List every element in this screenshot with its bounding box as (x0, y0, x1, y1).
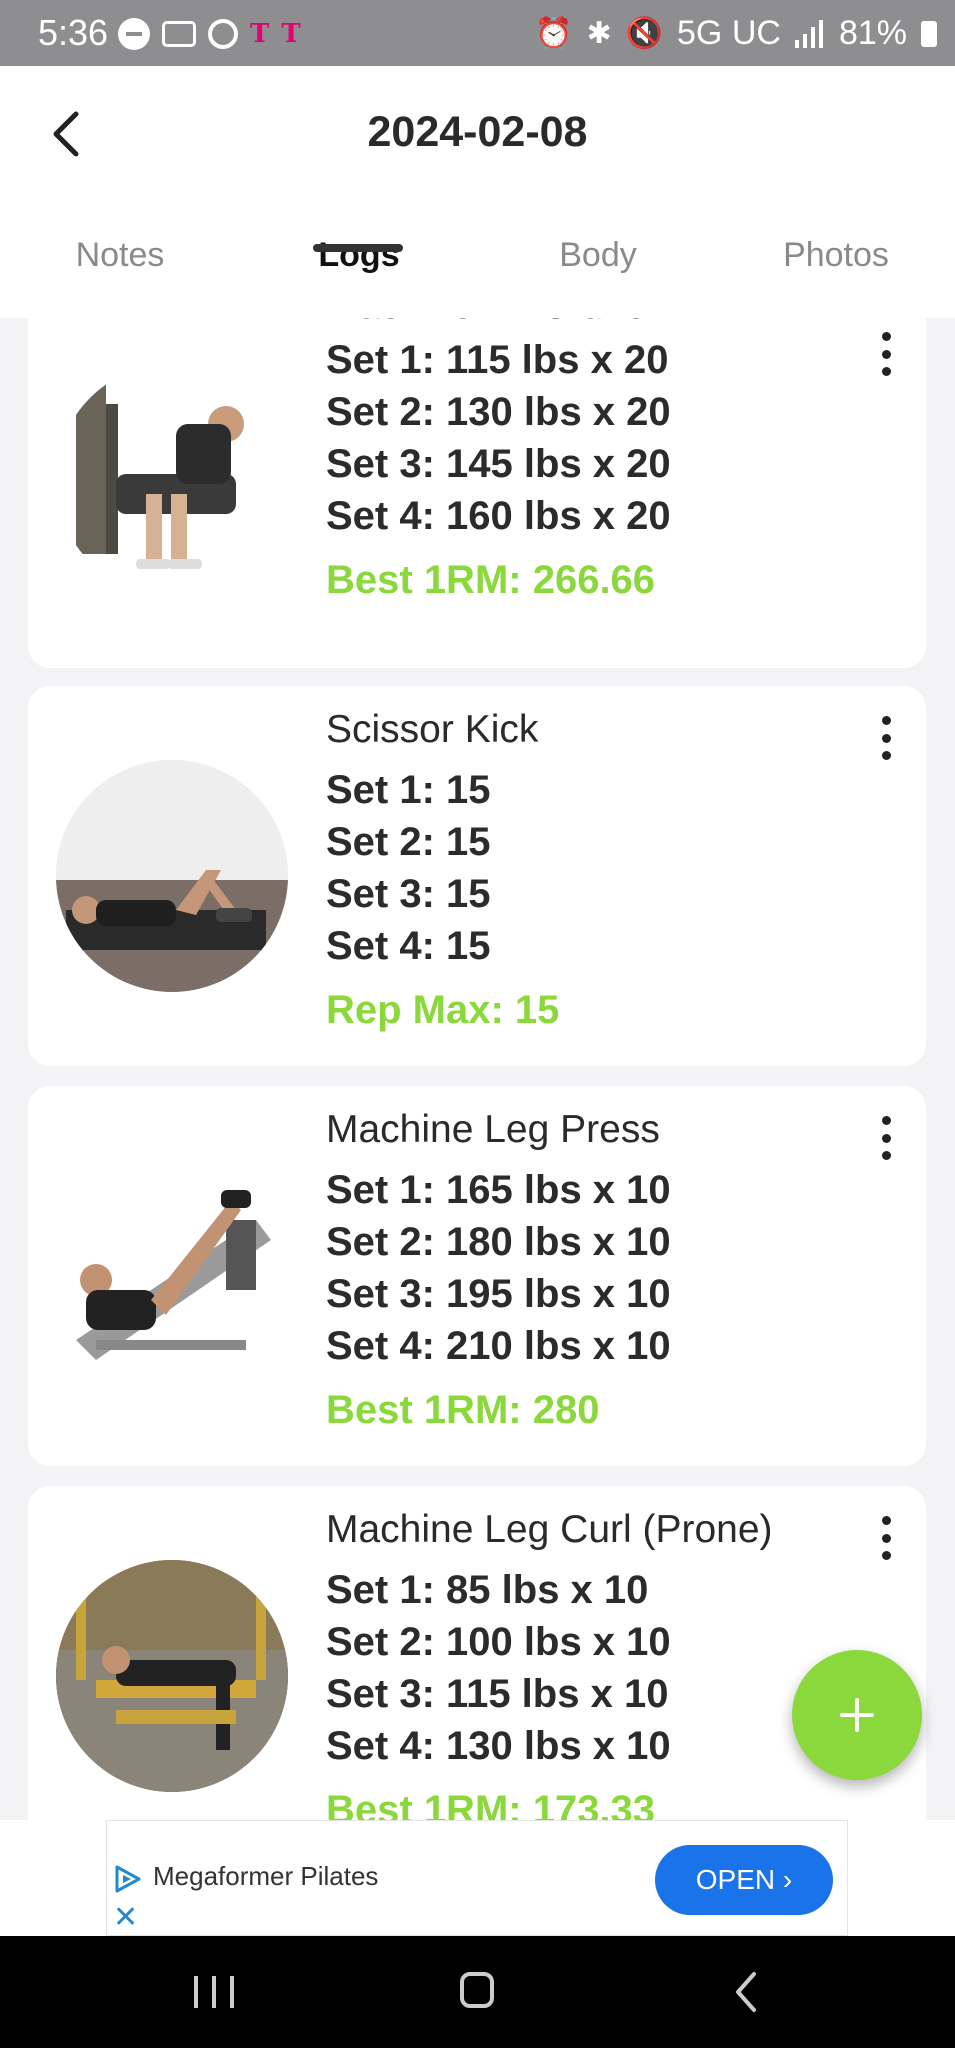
status-left-icons: T T (118, 18, 301, 50)
set-line: Set 1: 165 lbs x 10 (326, 1168, 671, 1212)
set-line: Set 4: 15 (326, 924, 491, 968)
exercise-name: Machine Leg Press (326, 1108, 660, 1151)
dnd-icon (118, 18, 150, 50)
tab-notes[interactable]: Notes (0, 236, 240, 275)
ad-open-label: OPEN (695, 1864, 776, 1895)
more-options-icon[interactable] (876, 332, 896, 376)
status-right-icons: ⏰ ✱ 🔇 5G UC 81% (535, 14, 937, 53)
set-line: Set 2: 130 lbs x 20 (326, 390, 671, 434)
log-card[interactable]: Machine Ab Crunch Set 1: 115 lbs x 20 Se… (28, 318, 926, 668)
ad-banner: ✕ Megaformer Pilates OPEN › (0, 1820, 955, 1936)
exercise-image (56, 1560, 288, 1792)
set-line: Set 4: 160 lbs x 20 (326, 494, 671, 538)
set-line: Set 1: 15 (326, 768, 491, 812)
tab-logs[interactable]: Logs (239, 236, 479, 275)
exercise-name: Machine Leg Curl (Prone) (326, 1508, 773, 1551)
mute-icon: 🔇 (625, 17, 664, 50)
network-label: 5G UC (677, 14, 781, 52)
set-line: Set 2: 15 (326, 820, 491, 864)
ad-choices-icon[interactable] (113, 1865, 141, 1893)
tab-bar: Notes Logs Body Photos (0, 236, 955, 318)
add-log-button[interactable] (792, 1650, 922, 1780)
more-options-icon[interactable] (876, 716, 896, 760)
exercise-name: Scissor Kick (326, 708, 539, 751)
set-line: Set 3: 15 (326, 872, 491, 916)
voicemail-icon (162, 21, 196, 47)
tab-photos[interactable]: Photos (716, 236, 955, 275)
set-line: Set 3: 145 lbs x 20 (326, 442, 671, 486)
exercise-image (56, 760, 288, 992)
carrier-icon: T (281, 19, 301, 49)
more-options-icon[interactable] (876, 1516, 896, 1560)
set-line: Set 4: 210 lbs x 10 (326, 1324, 671, 1368)
battery-icon (921, 20, 937, 47)
ad-title: Megaformer Pilates (153, 1861, 379, 1891)
battery-label: 81% (838, 14, 907, 52)
status-bar: 5:36 T T ⏰ ✱ 🔇 5G UC 81% (0, 0, 955, 66)
header: 2024-02-08 Notes Logs Body Photos (0, 66, 955, 318)
bluetooth-icon: ✱ (586, 17, 612, 50)
log-card[interactable]: Machine Leg Curl (Prone) Set 1: 85 lbs x… (28, 1486, 926, 1820)
carrier-icon: T (250, 19, 270, 49)
rep-max: Rep Max: 15 (326, 988, 560, 1032)
active-tab-indicator (313, 244, 403, 252)
exercise-image (56, 1160, 288, 1392)
log-list[interactable]: Machine Ab Crunch Set 1: 115 lbs x 20 Se… (0, 318, 955, 1820)
ad-box[interactable]: ✕ Megaformer Pilates OPEN › (106, 1820, 848, 1936)
set-line: Set 1: 115 lbs x 20 (326, 338, 669, 382)
close-icon[interactable]: ✕ (113, 1903, 138, 1933)
nav-back-icon[interactable] (730, 1970, 764, 2014)
more-options-icon[interactable] (876, 1116, 896, 1160)
log-card[interactable]: Scissor Kick Set 1: 15 Set 2: 15 Set 3: … (28, 686, 926, 1066)
chevron-right-icon: › (782, 1864, 793, 1895)
set-line: Set 3: 195 lbs x 10 (326, 1272, 671, 1316)
set-line: Set 2: 100 lbs x 10 (326, 1620, 671, 1664)
best-1rm: Best 1RM: 280 (326, 1388, 600, 1432)
status-time: 5:36 (38, 12, 109, 53)
set-line: Set 4: 130 lbs x 10 (326, 1724, 671, 1768)
ad-open-button[interactable]: OPEN › (655, 1845, 833, 1915)
set-line: Set 2: 180 lbs x 10 (326, 1220, 671, 1264)
tab-body[interactable]: Body (478, 236, 718, 275)
best-1rm: Best 1RM: 173.33 (326, 1788, 656, 1820)
best-1rm: Best 1RM: 266.66 (326, 558, 656, 602)
set-line: Set 1: 85 lbs x 10 (326, 1568, 649, 1612)
exercise-name: Machine Ab Crunch (326, 318, 666, 328)
signal-icon (794, 19, 823, 48)
exercise-image (56, 364, 288, 596)
log-card[interactable]: Machine Leg Press Set 1: 165 lbs x 10 Se… (28, 1086, 926, 1466)
alarm-icon: ⏰ (535, 17, 573, 50)
system-nav-bar (0, 1936, 955, 2048)
home-icon[interactable] (460, 1972, 494, 2008)
set-line: Set 3: 115 lbs x 10 (326, 1672, 669, 1716)
page-title: 2024-02-08 (367, 108, 588, 156)
circle-icon (208, 19, 238, 49)
recents-icon[interactable] (194, 1976, 234, 2008)
